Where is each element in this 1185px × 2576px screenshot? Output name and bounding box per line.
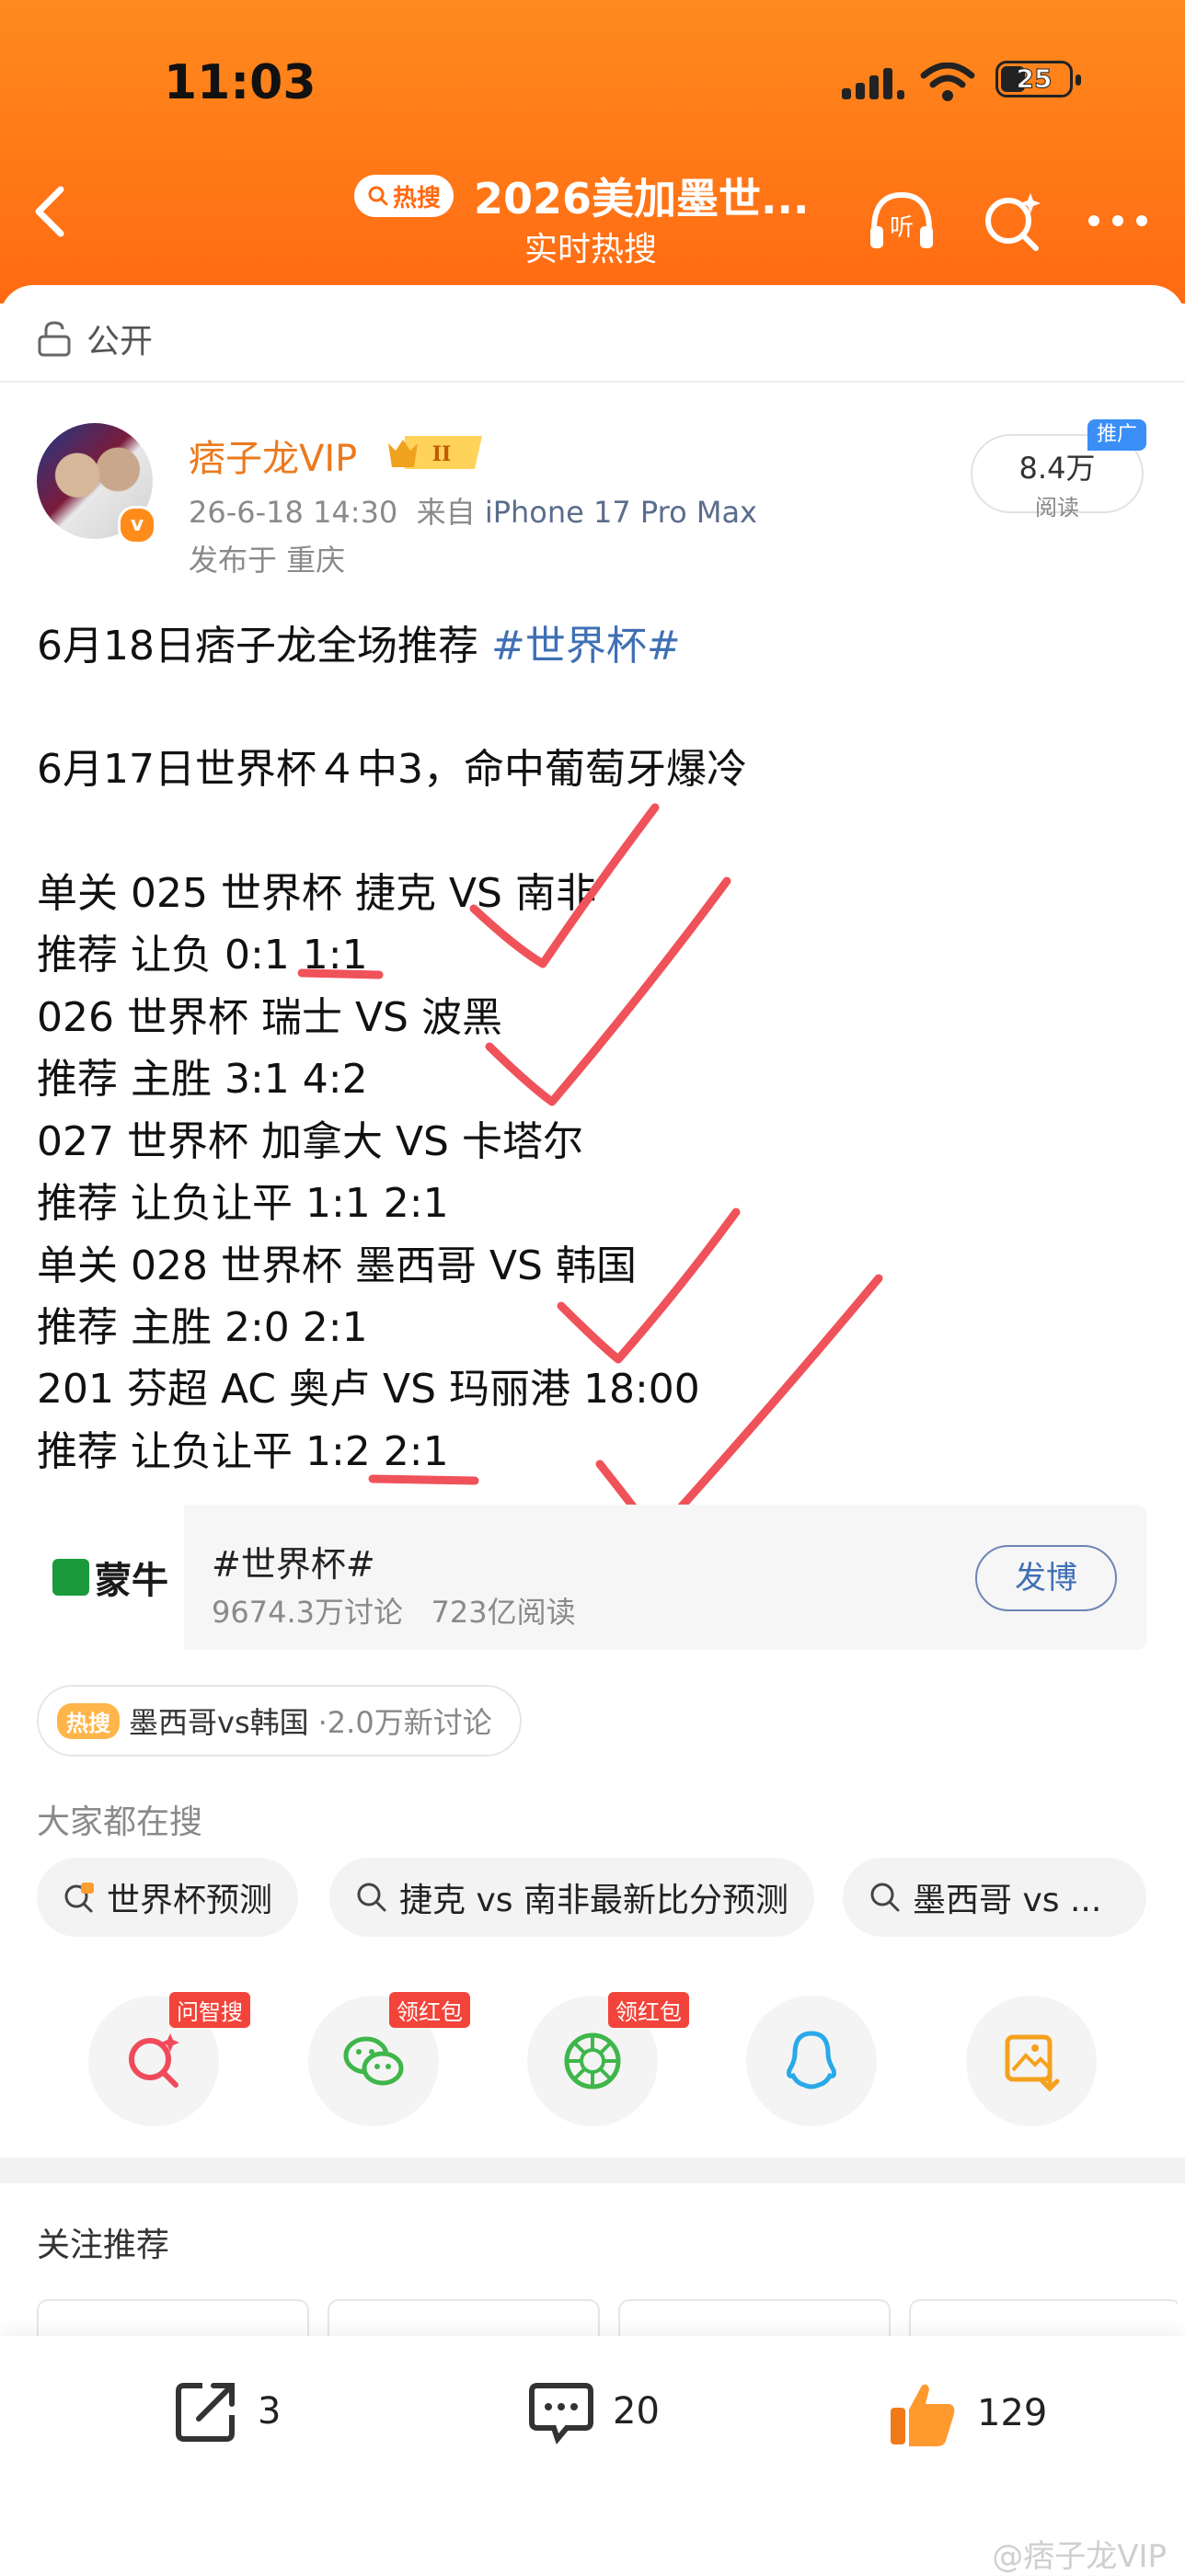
hot-search-chip[interactable]: 热搜 墨西哥vs韩国 ·2.0万新讨论 [37,1685,522,1757]
post-line: 027 世界杯 加拿大 VS 卡塔尔 [37,1118,583,1165]
topic-link[interactable]: #世界杯# [491,623,681,670]
thumbs-up-icon [891,2384,955,2446]
status-time: 11:03 [164,55,316,110]
brand-name: 蒙牛 [95,1560,168,1602]
share-wenzhi-button[interactable]: 问智搜 [88,1992,250,2126]
wechat-icon [343,2036,404,2086]
post-to-topic-button[interactable]: 发博 [975,1545,1117,1611]
top-header: 11:03 25 热搜 2026美加墨世... 实时热搜 听 [0,0,1185,303]
device-link[interactable]: iPhone 17 Pro Max [485,495,757,530]
more-icon[interactable] [1081,184,1155,258]
page-subtitle: 实时热搜 [524,231,658,269]
brand-logo: 蒙牛 [37,1505,184,1650]
save-image-icon [1005,2034,1060,2092]
topic-card-stats: 9674.3万讨论 723亿阅读 [212,1589,576,1631]
watermark: @痞子龙VIP [992,2538,1167,2575]
post-line: 推荐 主胜 2:0 2:1 [37,1304,368,1351]
page-title: 2026美加墨世... [474,174,810,223]
like-count: 129 [977,2392,1048,2434]
hot-chip-text: 墨西哥vs韩国 [129,1705,309,1740]
repost-button[interactable]: 3 [171,2376,281,2446]
search-chip[interactable]: 捷克 vs 南非最新比分预测 [329,1858,814,1937]
post-location: 发布于 重庆 [189,543,346,578]
listen-headphones-icon[interactable]: 听 [865,184,938,258]
share-qq-button[interactable] [746,1996,877,2126]
like-button[interactable]: 129 [887,2376,1047,2450]
read-count: 8.4万 [1018,451,1096,486]
save-image-button[interactable] [966,1996,1097,2126]
listen-label: 听 [890,214,914,242]
topic-card[interactable]: 蒙牛 #世界杯# 9674.3万讨论 723亿阅读 发博 [37,1505,1146,1650]
visibility-row: 公开 [37,315,153,362]
comment-icon [529,2383,593,2445]
post-line-1: 6月18日痞子龙全场推荐 #世界杯# [37,613,681,671]
share-moments-button[interactable]: 领红包 [527,1992,689,2126]
topic-discussions: 9674.3万讨论 [212,1595,403,1630]
post-line: 推荐 主胜 3:1 4:2 [37,1056,368,1103]
vip-level: II [432,442,452,466]
search-chip[interactable]: 墨西哥 vs ... [843,1858,1146,1937]
everyone-searching-label: 大家都在搜 [37,1803,203,1841]
battery-icon: 25 [995,61,1081,97]
read-label: 阅读 [1035,495,1079,521]
post-line: 单关 028 世界杯 墨西哥 VS 韩国 [37,1242,637,1289]
hot-search-badge: 热搜 [354,175,454,217]
vip-crown-icon[interactable]: II [386,432,489,473]
section-gap [0,2158,1185,2183]
qq-penguin-icon [787,2031,836,2089]
back-arrow-icon[interactable] [28,184,74,239]
signal-icon [842,68,904,99]
post-line: 026 世界杯 瑞士 VS 波黑 [37,994,502,1041]
post-line: 推荐 让负 0:1 1:1 [37,932,368,979]
search-icon [870,1883,900,1912]
share-wechat-button[interactable]: 领红包 [308,1992,470,2126]
share-badge: 领红包 [389,1992,470,2028]
verified-badge-icon: v [118,506,156,544]
status-bar: 11:03 25 [0,55,1185,120]
post-line: 推荐 让负让平 1:1 2:1 [37,1180,449,1227]
unlock-icon [38,321,71,357]
wifi-icon [920,63,975,101]
topic-card-title: #世界杯# [212,1544,375,1585]
search-chip-label: 墨西哥 vs ... [913,1882,1102,1919]
post-line: 201 芬超 AC 奥卢 VS 玛丽港 18:00 [37,1366,700,1413]
search-icon [357,1883,386,1912]
hot-search-icon [64,1883,94,1913]
hot-tag: 热搜 [57,1702,120,1739]
post-line: 单关 025 世界杯 捷克 VS 南非 [37,870,596,917]
share-badge: 问智搜 [169,1992,250,2028]
post-time: 26-6-18 14:30 [189,495,398,530]
topic-reads: 723亿阅读 [431,1595,576,1630]
nav-bar: 热搜 2026美加墨世... 实时热搜 听 [0,166,1185,276]
battery-level: 25 [1016,63,1053,95]
username[interactable]: 痞子龙VIP [189,429,357,482]
post-line-1-text: 6月18日痞子龙全场推荐 [37,623,491,670]
comment-button[interactable]: 20 [526,2376,660,2446]
ai-search-icon[interactable] [975,184,1049,258]
promo-tag: 推广 [1087,419,1146,451]
moments-icon [564,2032,621,2089]
search-chip[interactable]: 世界杯预测 [37,1858,299,1937]
wenzhi-search-icon [129,2033,179,2088]
share-count: 3 [258,2390,282,2433]
search-chip-label: 世界杯预测 [107,1882,273,1919]
source-prefix: 来自 [416,495,476,530]
comment-count: 20 [613,2390,660,2433]
post-line: 推荐 让负让平 1:2 2:1 [37,1428,449,1475]
hot-chip-sub: ·2.0万新讨论 [317,1705,492,1740]
follow-recommend-label: 关注推荐 [37,2227,170,2264]
divider [0,381,1185,383]
visibility-label: 公开 [86,323,154,361]
mengniu-logo-icon [52,1559,89,1596]
post-meta: 26-6-18 14:30 来自 iPhone 17 Pro Max [189,489,757,532]
search-chip-label: 捷克 vs 南非最新比分预测 [399,1882,788,1919]
post-line-2: 6月17日世界杯４中3，命中葡萄牙爆冷 [37,746,747,793]
share-arrow-icon [176,2383,235,2442]
hot-badge-label: 热搜 [392,184,441,212]
search-icon [368,186,388,206]
share-badge: 领红包 [608,1992,689,2028]
